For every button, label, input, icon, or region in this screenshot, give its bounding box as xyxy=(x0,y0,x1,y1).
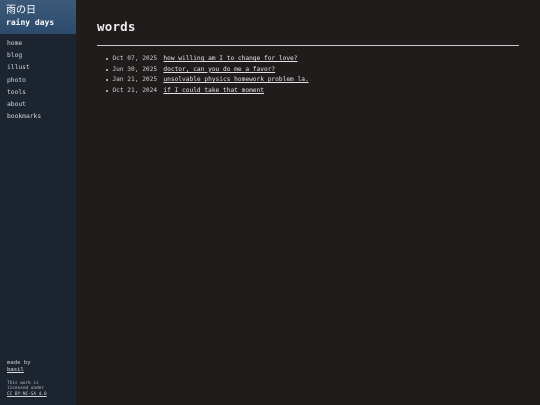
site-brand[interactable]: 雨の日 rainy days xyxy=(0,0,76,34)
post-link[interactable]: doctor, can you do me a favor? xyxy=(163,65,275,75)
license-link[interactable]: CC BY-NC-SA 4.0 xyxy=(7,392,73,397)
license-text: This work is licensed under xyxy=(7,381,73,392)
post-link[interactable]: unsolvable physics homework problem la. xyxy=(163,75,308,85)
post-link[interactable]: if I could take that moment xyxy=(163,86,264,96)
sidebar-item-photo[interactable]: photo xyxy=(0,75,76,87)
title-divider xyxy=(97,45,519,46)
sidebar-item-blog[interactable]: blog xyxy=(0,50,76,62)
post-list: Oct 07, 2025 how willing am I to change … xyxy=(106,54,309,96)
post-date: Jan 21, 2025 xyxy=(112,76,158,84)
sidebar-footer: made by basil This work is licensed unde… xyxy=(7,360,73,397)
bullet-icon xyxy=(106,58,109,61)
site-title-english: rainy days xyxy=(6,18,55,27)
sidebar-item-bookmarks[interactable]: bookmarks xyxy=(0,111,76,123)
list-item: Oct 07, 2025 how willing am I to change … xyxy=(106,54,309,65)
list-item: Oct 21, 2024 if I could take that moment xyxy=(106,86,309,97)
bullet-icon xyxy=(106,79,109,82)
list-item: Jun 30, 2025 doctor, can you do me a fav… xyxy=(106,65,309,76)
sidebar-item-about[interactable]: about xyxy=(0,99,76,111)
list-item: Jan 21, 2025 unsolvable physics homework… xyxy=(106,75,309,86)
sidebar-item-home[interactable]: home xyxy=(0,38,76,50)
author-link[interactable]: basil xyxy=(7,367,73,374)
post-date: Oct 21, 2024 xyxy=(112,86,158,94)
post-date: Jun 30, 2025 xyxy=(112,65,158,73)
site-title-japanese: 雨の日 xyxy=(6,5,36,16)
sidebar-item-illust[interactable]: illust xyxy=(0,62,76,74)
post-link[interactable]: how willing am I to change for love? xyxy=(163,54,297,64)
bullet-icon xyxy=(106,68,109,71)
sidebar-nav: home blog illust photo tools about bookm… xyxy=(0,38,76,123)
post-date: Oct 07, 2025 xyxy=(112,55,158,63)
bullet-icon xyxy=(106,89,109,92)
page-title: words xyxy=(97,19,136,34)
license-text-line-2: licensed under xyxy=(7,386,45,392)
page: 雨の日 rainy days home blog illust photo to… xyxy=(0,0,540,405)
sidebar: 雨の日 rainy days home blog illust photo to… xyxy=(0,0,76,405)
main-content: words Oct 07, 2025 how willing am I to c… xyxy=(97,0,519,405)
sidebar-item-tools[interactable]: tools xyxy=(0,87,76,99)
made-by-label: made by xyxy=(7,360,31,366)
